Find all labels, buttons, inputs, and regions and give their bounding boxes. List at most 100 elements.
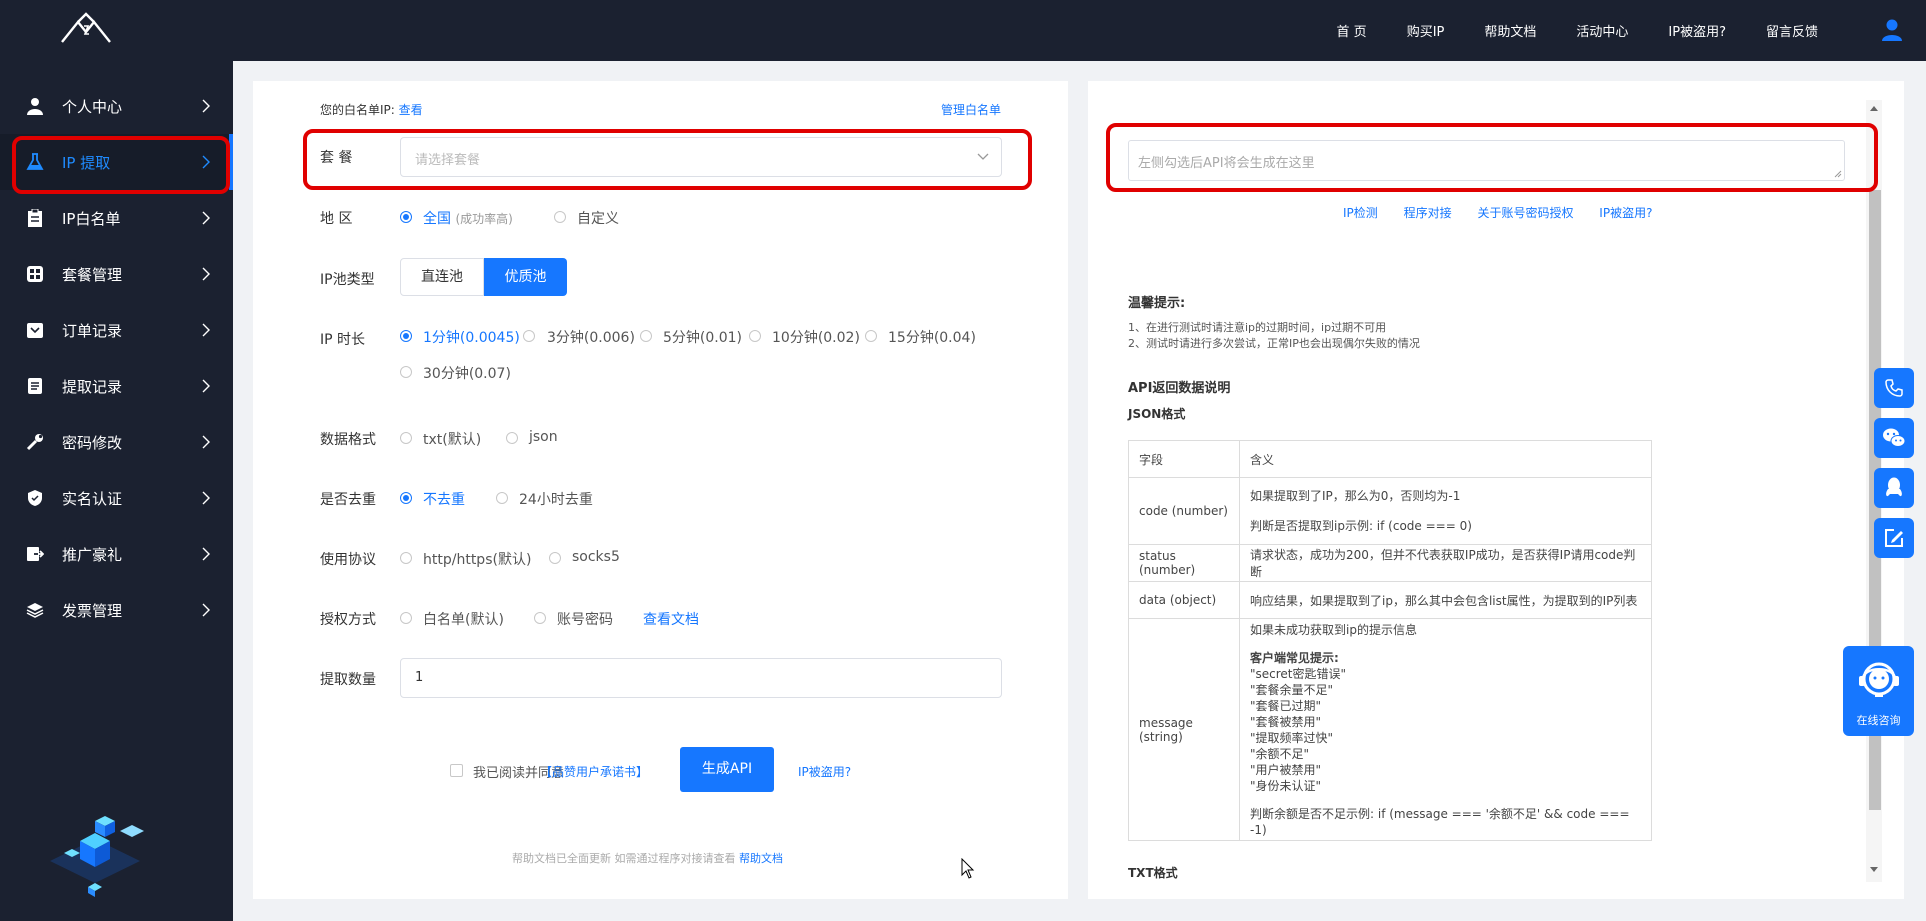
dedup-no-radio[interactable] (400, 492, 412, 504)
sidebar-item-label: 密码修改 (62, 433, 123, 452)
agree-checkbox[interactable] (450, 764, 463, 777)
sidebar-item-profile[interactable]: 个人中心 (0, 78, 233, 134)
qq-button[interactable] (1874, 468, 1914, 508)
meaning-line: "套餐余量不足" (1250, 682, 1334, 697)
sidebar-item-label: 套餐管理 (62, 265, 123, 284)
api-output-textarea[interactable]: 左侧勾选后API将会生成在这里 (1128, 140, 1845, 181)
nav-activity[interactable]: 活动中心 (1576, 21, 1628, 40)
online-consult-button[interactable]: 在线咨询 (1843, 646, 1914, 736)
link-program-integration[interactable]: 程序对接 (1404, 206, 1452, 220)
sidebar-item-invoices[interactable]: 发票管理 (0, 582, 233, 638)
manage-whitelist-link[interactable]: 管理白名单 (941, 101, 1001, 118)
sidebar-item-extract-records[interactable]: 提取记录 (0, 358, 233, 414)
pool-direct-button[interactable]: 直连池 (400, 258, 484, 296)
protocol-http-radio[interactable] (400, 552, 412, 564)
format-json-option[interactable]: json (529, 429, 558, 445)
format-txt-option[interactable]: txt(默认) (423, 429, 481, 449)
meaning-line: "套餐被禁用" (1250, 714, 1322, 729)
protocol-socks5-option[interactable]: socks5 (572, 549, 620, 565)
nav-help-docs[interactable]: 帮助文档 (1484, 21, 1536, 40)
nav-buy-ip[interactable]: 购买IP (1407, 21, 1445, 40)
link-ip-check[interactable]: IP检测 (1343, 206, 1378, 220)
protocol-http-option[interactable]: http/https(默认) (423, 549, 531, 569)
protocol-socks5-radio[interactable] (549, 552, 561, 564)
format-json-radio[interactable] (506, 432, 518, 444)
region-all-text[interactable]: 全国 (成功率高) (423, 208, 513, 228)
meaning-line: "身份未认证" (1250, 778, 1322, 793)
duration-radio-10[interactable] (749, 330, 761, 342)
nav-ip-stolen[interactable]: IP被盗用? (1668, 21, 1726, 40)
sidebar-item-ip-extract[interactable]: IP 提取 (0, 134, 233, 190)
auth-doc-link[interactable]: 查看文档 (643, 609, 699, 629)
footer-help-link[interactable]: 帮助文档 (739, 852, 783, 865)
sidebar-item-orders[interactable]: 订单记录 (0, 302, 233, 358)
duration-option-1[interactable]: 1分钟(0.0045) (423, 327, 520, 347)
table-row: message (string) 如果未成功获取到ip的提示信息 客户端常见提示… (1128, 618, 1652, 841)
dedup-no-option[interactable]: 不去重 (423, 489, 465, 509)
wechat-button[interactable] (1874, 418, 1914, 458)
region-all-radio[interactable] (400, 211, 412, 223)
generate-api-button[interactable]: 生成API (680, 747, 774, 792)
sidebar-item-label: 个人中心 (62, 97, 123, 116)
duration-option-10[interactable]: 10分钟(0.02) (772, 327, 860, 347)
table-field-cell: status (number) (1128, 544, 1240, 582)
ip-stolen-link[interactable]: IP被盗用? (798, 763, 851, 780)
scroll-up-icon[interactable] (1869, 104, 1879, 112)
duration-option-5[interactable]: 5分钟(0.01) (663, 327, 742, 347)
flask-icon (26, 153, 44, 170)
clipboard-icon (28, 209, 42, 227)
sidebar-item-password[interactable]: 密码修改 (0, 414, 233, 470)
wrench-icon (26, 434, 43, 451)
auth-whitelist-radio[interactable] (400, 612, 412, 624)
link-account-auth[interactable]: 关于账号密码授权 (1477, 206, 1573, 220)
package-select[interactable]: 请选择套餐 (400, 137, 1002, 177)
duration-radio-15[interactable] (865, 330, 877, 342)
duration-option-30[interactable]: 30分钟(0.07) (423, 363, 511, 383)
feedback-edit-button[interactable] (1874, 518, 1914, 558)
dedup-24h-option[interactable]: 24小时去重 (519, 489, 593, 509)
pool-premium-button[interactable]: 优质池 (484, 258, 567, 296)
api-fields-table: 字段 含义 code (number) 如果提取到了IP，那么为0，否则均为-1… (1128, 440, 1652, 841)
table-row: data (object) 响应结果，如果提取到了ip，那么其中会包含list属… (1128, 581, 1652, 619)
phone-icon (1885, 379, 1903, 397)
txt-format-title: TXT格式 (1128, 866, 1178, 880)
user-avatar-icon[interactable] (1880, 18, 1904, 42)
sidebar-item-ip-whitelist[interactable]: IP白名单 (0, 190, 233, 246)
format-txt-radio[interactable] (400, 432, 412, 444)
auth-whitelist-option[interactable]: 白名单(默认) (423, 609, 504, 629)
tips-title: 温馨提示: (1128, 296, 1186, 311)
region-custom-radio[interactable] (554, 211, 566, 223)
quantity-input[interactable]: 1 (400, 658, 1002, 698)
scroll-down-icon[interactable] (1869, 866, 1879, 874)
dedup-24h-radio[interactable] (496, 492, 508, 504)
sidebar-item-verification[interactable]: 实名认证 (0, 470, 233, 526)
chevron-right-icon (202, 155, 210, 169)
table-field-cell: code (number) (1128, 477, 1240, 545)
auth-account-radio[interactable] (534, 612, 546, 624)
duration-option-15[interactable]: 15分钟(0.04) (888, 327, 976, 347)
sidebar-item-packages[interactable]: 套餐管理 (0, 246, 233, 302)
pool-type-label: IP池类型 (320, 272, 375, 288)
top-bar: 首 页 购买IP 帮助文档 活动中心 IP被盗用? 留言反馈 (0, 0, 1926, 61)
quantity-value: 1 (415, 670, 424, 685)
region-custom-text[interactable]: 自定义 (577, 208, 619, 228)
whitelist-view-link[interactable]: 查看 (399, 103, 423, 117)
nav-home[interactable]: 首 页 (1337, 21, 1367, 40)
share-icon (27, 547, 44, 561)
duration-option-3[interactable]: 3分钟(0.006) (547, 327, 635, 347)
duration-radio-30[interactable] (400, 366, 412, 378)
nav-feedback[interactable]: 留言反馈 (1766, 21, 1818, 40)
duration-radio-5[interactable] (640, 330, 652, 342)
logo-icon[interactable] (58, 12, 114, 48)
resize-handle-icon[interactable] (1834, 170, 1842, 178)
phone-button[interactable] (1874, 368, 1914, 408)
link-ip-stolen[interactable]: IP被盗用? (1599, 206, 1652, 220)
auth-account-option[interactable]: 账号密码 (557, 609, 613, 629)
agreement-link[interactable]: 【品赞用户承诺书】 (540, 763, 648, 780)
region-label: 地 区 (320, 211, 353, 227)
duration-radio-1[interactable] (400, 330, 412, 342)
table-meaning-cell: 如果提取到了IP，那么为0，否则均为-1 判断是否提取到ip示例: if (co… (1239, 477, 1652, 545)
tip-item: 2、测试时请进行多次尝试，正常IP也会出现偶尔失败的情况 (1128, 337, 1420, 350)
sidebar-item-promotion[interactable]: 推广豪礼 (0, 526, 233, 582)
duration-radio-3[interactable] (523, 330, 535, 342)
